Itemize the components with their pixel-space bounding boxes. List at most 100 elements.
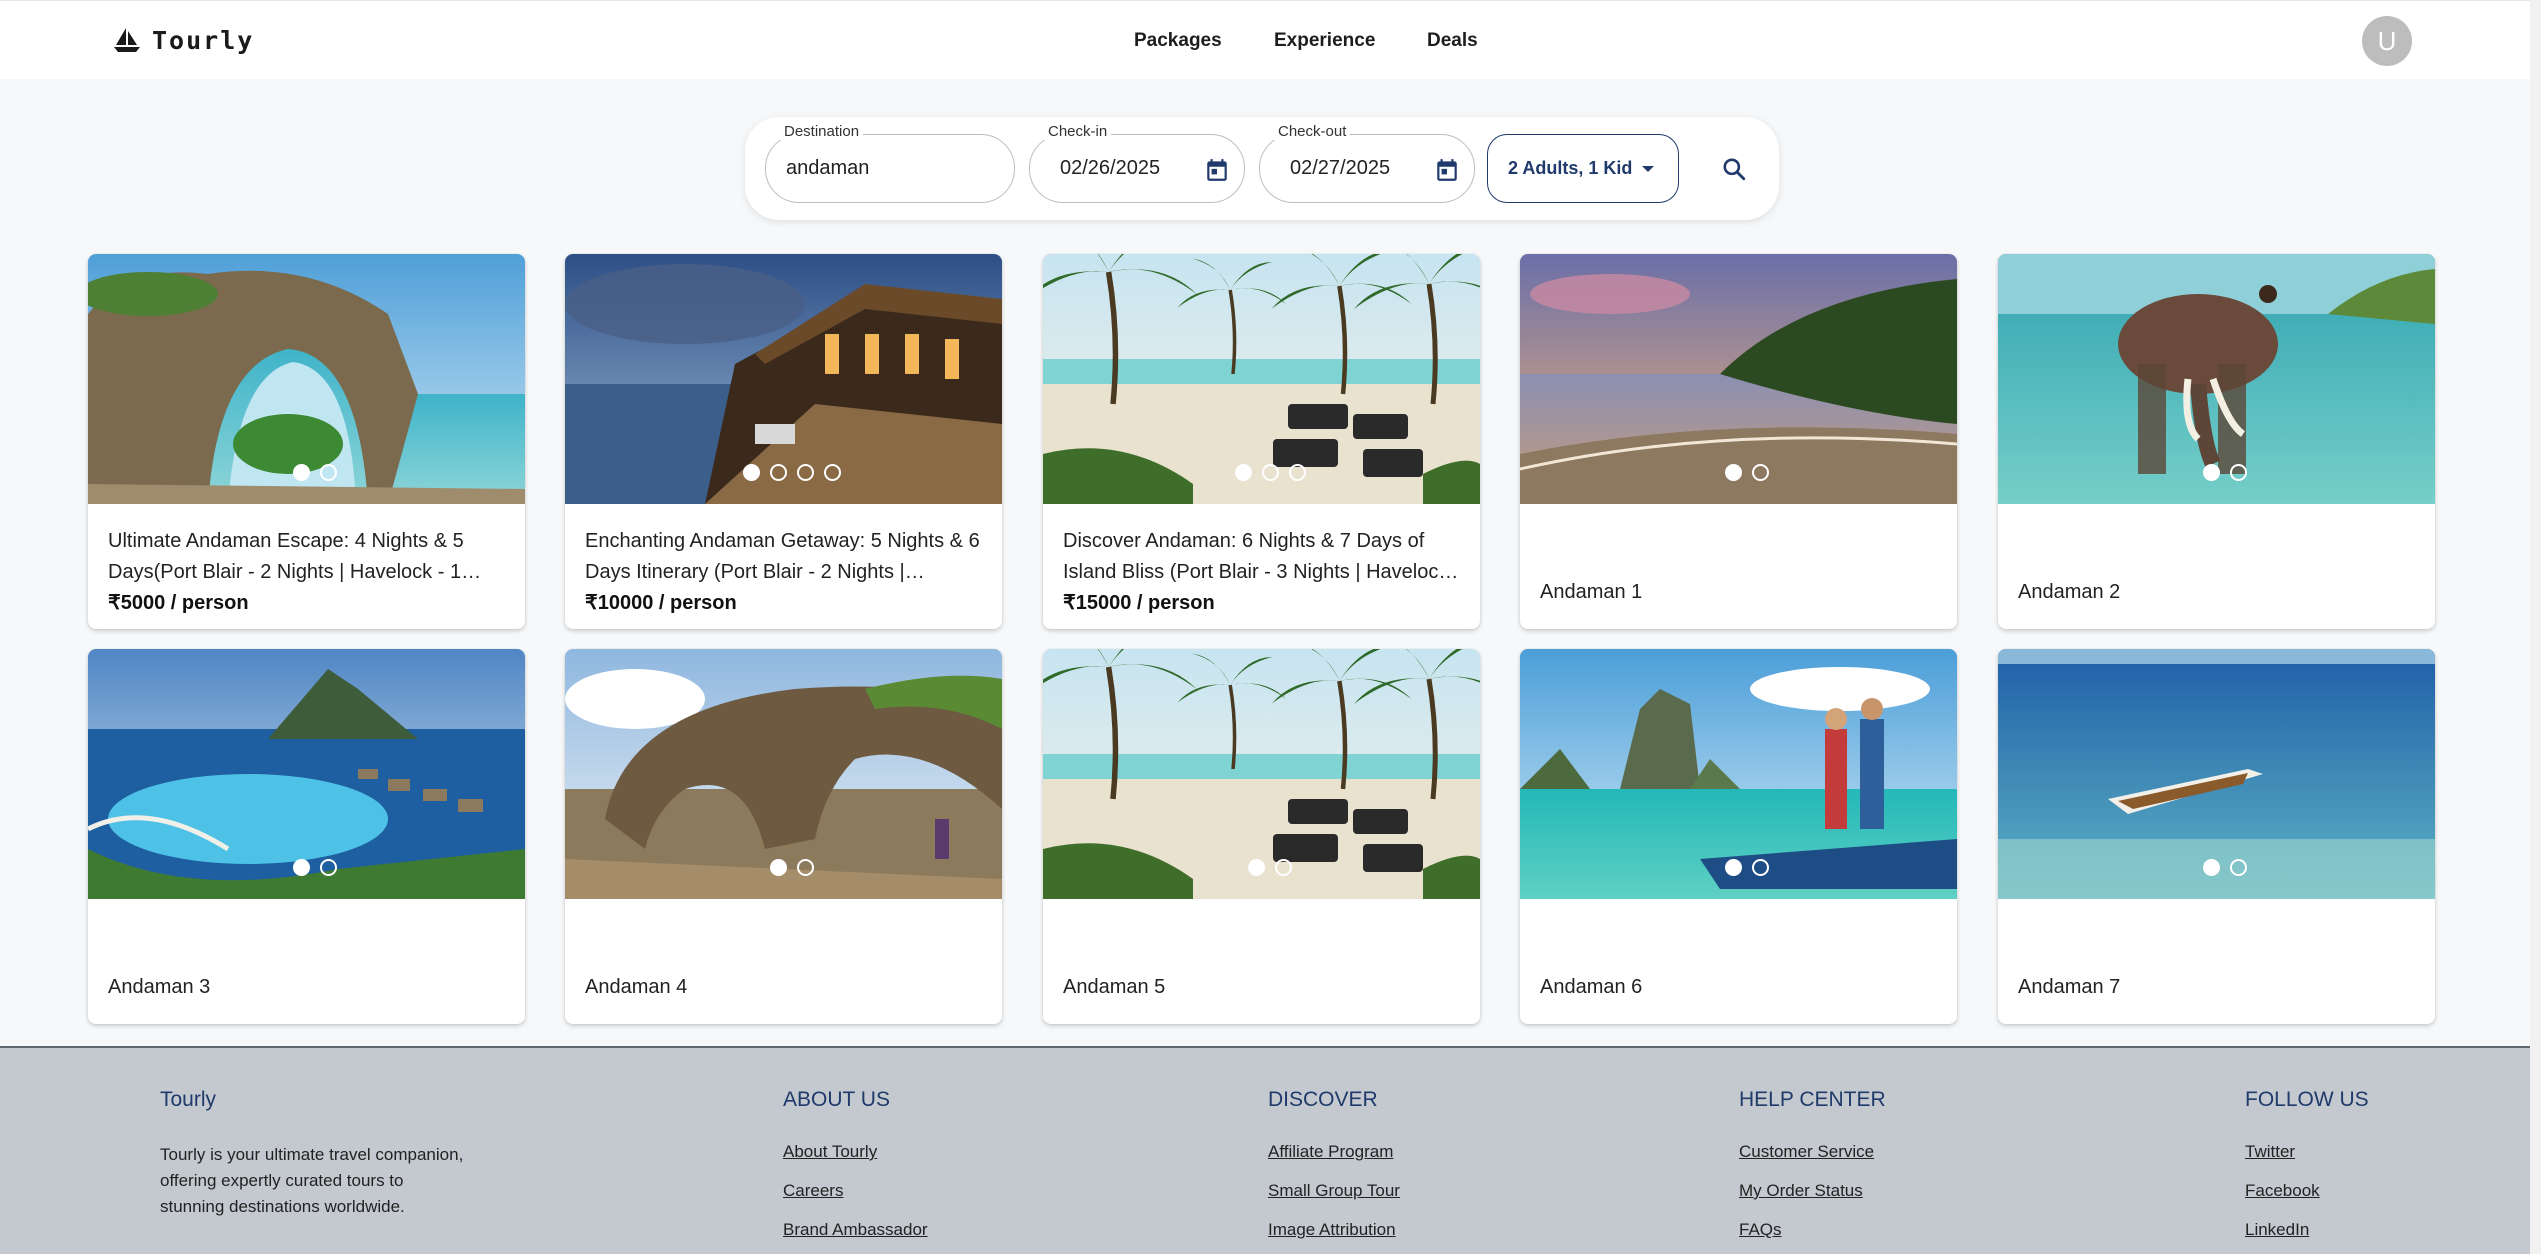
search-button[interactable] bbox=[1715, 150, 1753, 188]
package-card[interactable]: Andaman 4 bbox=[565, 649, 1002, 1024]
package-name: Andaman 6 bbox=[1540, 976, 1643, 998]
carousel-dot[interactable] bbox=[1275, 859, 1292, 876]
carousel-dot[interactable] bbox=[2203, 859, 2220, 876]
carousel-dots bbox=[743, 464, 841, 481]
carousel-dot[interactable] bbox=[293, 464, 310, 481]
package-card[interactable]: Andaman 5 bbox=[1043, 649, 1480, 1024]
carousel-dot[interactable] bbox=[1752, 464, 1769, 481]
carousel-dot[interactable] bbox=[824, 464, 841, 481]
checkin-input[interactable]: 02/26/2025 bbox=[1060, 157, 1160, 180]
package-name: Andaman 1 bbox=[1540, 581, 1643, 603]
nav-deals[interactable]: Deals bbox=[1427, 30, 1478, 52]
destination-field[interactable]: Destination andaman bbox=[765, 123, 1015, 203]
package-card[interactable]: Andaman 2 bbox=[1998, 254, 2435, 629]
carousel-dot[interactable] bbox=[797, 859, 814, 876]
package-name: Andaman 7 bbox=[2018, 976, 2121, 998]
brand-logo[interactable]: Tourly bbox=[112, 22, 254, 58]
brand-name: Tourly bbox=[152, 25, 255, 55]
carousel-dot[interactable] bbox=[1725, 464, 1742, 481]
package-card[interactable]: Discover Andaman: 6 Nights & 7 Days of I… bbox=[1043, 254, 1480, 629]
chevron-down-icon bbox=[1642, 166, 1654, 172]
carousel-dot[interactable] bbox=[320, 464, 337, 481]
footer-column-discover: DISCOVER Affiliate Program Small Group T… bbox=[1268, 1088, 1400, 1254]
package-title: Ultimate Andaman Escape: 4 Nights & 5 Da… bbox=[108, 530, 464, 583]
package-card[interactable]: Andaman 1 bbox=[1520, 254, 1957, 629]
checkout-field[interactable]: Check-out 02/27/2025 bbox=[1259, 123, 1475, 203]
carousel-dots bbox=[1725, 859, 1769, 876]
carousel-dot[interactable] bbox=[1235, 464, 1252, 481]
package-image-carousel[interactable] bbox=[88, 649, 525, 899]
footer-heading-follow: FOLLOW US bbox=[2245, 1088, 2369, 1111]
footer-link-about-tourly[interactable]: About Tourly bbox=[783, 1142, 928, 1162]
package-card[interactable]: Andaman 3 bbox=[88, 649, 525, 1024]
footer-link-customer-service[interactable]: Customer Service bbox=[1739, 1142, 1886, 1162]
site-footer: Tourly Tourly is your ultimate travel co… bbox=[0, 1046, 2530, 1254]
carousel-dot[interactable] bbox=[2230, 859, 2247, 876]
carousel-dot[interactable] bbox=[2230, 464, 2247, 481]
footer-column-about: ABOUT US About Tourly Careers Brand Amba… bbox=[783, 1088, 928, 1254]
guests-dropdown[interactable]: 2 Adults, 1 Kid bbox=[1487, 134, 1679, 203]
nav-packages[interactable]: Packages bbox=[1134, 30, 1222, 52]
package-image-carousel[interactable] bbox=[88, 254, 525, 504]
nav-experience[interactable]: Experience bbox=[1274, 30, 1375, 52]
carousel-dot[interactable] bbox=[1248, 859, 1265, 876]
carousel-dots bbox=[2203, 859, 2247, 876]
footer-link-small-group-tour[interactable]: Small Group Tour bbox=[1268, 1181, 1400, 1201]
footer-link-faqs[interactable]: FAQs bbox=[1739, 1220, 1886, 1240]
checkout-input[interactable]: 02/27/2025 bbox=[1290, 157, 1390, 180]
footer-link-brand-ambassador[interactable]: Brand Ambassador bbox=[783, 1220, 928, 1240]
carousel-dot[interactable] bbox=[2203, 464, 2220, 481]
package-image-carousel[interactable] bbox=[565, 254, 1002, 504]
footer-link-twitter[interactable]: Twitter bbox=[2245, 1142, 2369, 1162]
footer-link-linkedin[interactable]: LinkedIn bbox=[2245, 1220, 2369, 1240]
checkin-label: Check-in bbox=[1044, 123, 1112, 140]
footer-link-order-status[interactable]: My Order Status bbox=[1739, 1181, 1886, 1201]
carousel-dot[interactable] bbox=[1262, 464, 1279, 481]
top-navigation-bar: Tourly Packages Experience Deals U bbox=[0, 0, 2530, 79]
vertical-scrollbar[interactable] bbox=[2530, 0, 2541, 1254]
carousel-dots bbox=[1725, 464, 1769, 481]
calendar-icon[interactable] bbox=[1204, 157, 1230, 183]
package-image-carousel[interactable] bbox=[1998, 254, 2435, 504]
package-image-carousel[interactable] bbox=[565, 649, 1002, 899]
package-card[interactable]: Andaman 6 bbox=[1520, 649, 1957, 1024]
carousel-dot[interactable] bbox=[770, 859, 787, 876]
carousel-dots bbox=[2203, 464, 2247, 481]
footer-brand: Tourly bbox=[160, 1088, 217, 1111]
package-title: Enchanting Andaman Getaway: 5 Nights & 6… bbox=[585, 530, 980, 583]
carousel-dot[interactable] bbox=[1752, 859, 1769, 876]
user-avatar[interactable]: U bbox=[2362, 16, 2412, 66]
carousel-dot[interactable] bbox=[320, 859, 337, 876]
package-image-carousel[interactable] bbox=[1998, 649, 2435, 899]
package-card[interactable]: Andaman 7 bbox=[1998, 649, 2435, 1024]
sailboat-icon bbox=[114, 28, 140, 52]
search-bar: Destination andaman Check-in 02/26/2025 … bbox=[745, 117, 1779, 220]
carousel-dots bbox=[1235, 464, 1306, 481]
footer-link-affiliate-program[interactable]: Affiliate Program bbox=[1268, 1142, 1400, 1162]
package-image-carousel[interactable] bbox=[1520, 649, 1957, 899]
search-icon bbox=[1723, 158, 1746, 181]
footer-link-careers[interactable]: Careers bbox=[783, 1181, 928, 1201]
package-card[interactable]: Enchanting Andaman Getaway: 5 Nights & 6… bbox=[565, 254, 1002, 629]
carousel-dot[interactable] bbox=[293, 859, 310, 876]
destination-input[interactable]: andaman bbox=[786, 157, 869, 180]
footer-link-facebook[interactable]: Facebook bbox=[2245, 1181, 2369, 1201]
package-image-carousel[interactable] bbox=[1043, 649, 1480, 899]
carousel-dot[interactable] bbox=[770, 464, 787, 481]
package-price: ₹10000 / person bbox=[585, 592, 737, 614]
carousel-dots bbox=[293, 859, 337, 876]
checkin-field[interactable]: Check-in 02/26/2025 bbox=[1029, 123, 1245, 203]
carousel-dot[interactable] bbox=[797, 464, 814, 481]
footer-column-follow: FOLLOW US Twitter Facebook LinkedIn bbox=[2245, 1088, 2369, 1254]
carousel-dot[interactable] bbox=[743, 464, 760, 481]
package-image-carousel[interactable] bbox=[1043, 254, 1480, 504]
package-name: Andaman 3 bbox=[108, 976, 211, 998]
footer-heading-help: HELP CENTER bbox=[1739, 1088, 1886, 1111]
package-image-carousel[interactable] bbox=[1520, 254, 1957, 504]
carousel-dot[interactable] bbox=[1289, 464, 1306, 481]
footer-link-image-attribution[interactable]: Image Attribution bbox=[1268, 1220, 1400, 1240]
calendar-icon[interactable] bbox=[1434, 157, 1460, 183]
carousel-dot[interactable] bbox=[1725, 859, 1742, 876]
package-name: Andaman 2 bbox=[2018, 581, 2121, 603]
package-card[interactable]: Ultimate Andaman Escape: 4 Nights & 5 Da… bbox=[88, 254, 525, 629]
